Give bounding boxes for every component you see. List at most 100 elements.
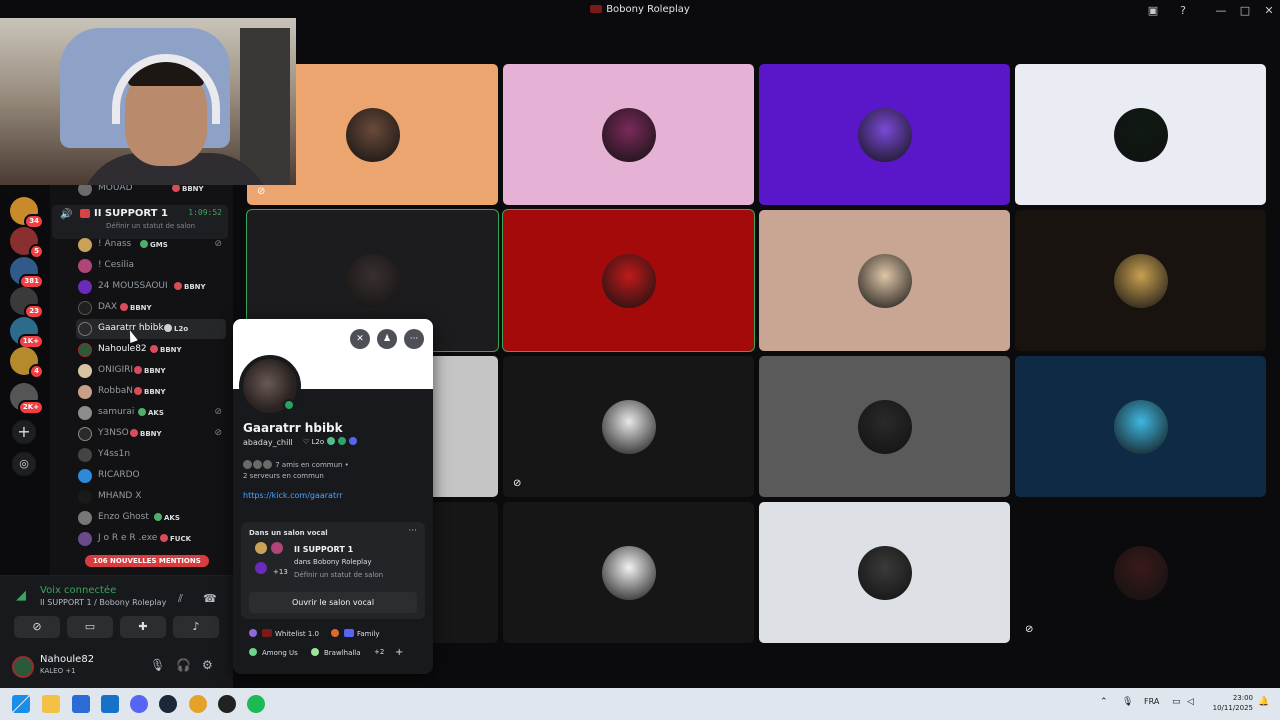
file-explorer-icon[interactable] (42, 695, 60, 713)
server-icon[interactable]: 1K+ (10, 317, 44, 349)
list-item[interactable]: Y3NSO BBNY ⊘ (76, 424, 226, 444)
show-hidden-icons-icon[interactable]: ⌃ (1100, 697, 1108, 707)
voice-channel-header[interactable]: 🔊 II SUPPORT 1 1:09:52 Définir un statut… (52, 205, 228, 239)
list-item[interactable]: 24 MOUSSAOUI BBNY (76, 277, 226, 297)
add-role-icon[interactable]: + (395, 647, 403, 658)
badge-icon[interactable] (327, 437, 336, 445)
input-language[interactable]: FRA (1144, 697, 1159, 706)
profile-username[interactable]: abaday_chill (243, 438, 293, 447)
avatar (601, 107, 656, 162)
video-tile[interactable] (503, 502, 754, 643)
video-tile[interactable] (759, 210, 1010, 351)
badge-icon[interactable] (338, 437, 347, 445)
more-icon[interactable]: ··· (408, 526, 417, 536)
discover-icon[interactable]: ◎ (12, 452, 36, 476)
server-icon[interactable]: 34 (10, 197, 44, 229)
minimize-icon[interactable]: — (1213, 3, 1229, 19)
more-options-button[interactable]: ··· (404, 329, 424, 349)
server-icon[interactable]: 4 (10, 347, 44, 379)
list-item[interactable]: Nahoule82 BBNY (76, 340, 226, 360)
more-roles[interactable]: +2 (374, 648, 384, 656)
role-chip[interactable]: Whitelist 1.0 (249, 629, 319, 638)
list-item[interactable]: MOUAD BBNY (76, 185, 226, 199)
voice-server-name: dans Bobony Roleplay (294, 558, 372, 566)
voice-channel-path[interactable]: II SUPPORT 1 / Bobony Roleplay (40, 598, 166, 607)
video-tile[interactable] (502, 209, 755, 352)
video-tile[interactable] (503, 64, 754, 205)
list-item[interactable]: Enzo Ghost AKS (76, 508, 226, 528)
guild-tag[interactable]: L2o (312, 438, 325, 446)
settings-gear-icon[interactable]: ⚙ (202, 658, 213, 672)
avatar (78, 385, 92, 399)
video-tile[interactable]: ⊘ (503, 356, 754, 497)
list-item[interactable]: samurai AKS ⊘ (76, 403, 226, 423)
list-item[interactable]: ONIGIRI BBNY (76, 361, 226, 381)
disconnect-icon[interactable]: ☎ (203, 592, 217, 605)
headphones-icon[interactable]: 🎧 (176, 658, 191, 672)
server-icon[interactable]: 23 (10, 287, 44, 319)
discord-icon[interactable] (130, 695, 148, 713)
list-item[interactable]: MHAND X (76, 487, 226, 507)
soundboard-button[interactable]: ♪ (173, 616, 219, 638)
list-item[interactable]: RobbaN BBNY (76, 382, 226, 402)
spotify-icon[interactable] (247, 695, 265, 713)
steam-icon[interactable] (159, 695, 177, 713)
channel-status-hint[interactable]: Définir un statut de salon (106, 222, 195, 230)
video-tile[interactable] (1015, 356, 1266, 497)
add-server-icon[interactable]: + (12, 420, 36, 444)
nitro-badge-icon[interactable] (349, 437, 358, 445)
avatar[interactable] (12, 656, 34, 678)
start-icon[interactable] (12, 695, 30, 713)
server-icon[interactable]: 381 (10, 257, 44, 289)
profile-link[interactable]: https://kick.com/gaaratrr (243, 491, 343, 500)
close-icon[interactable]: ✕ (1261, 3, 1277, 19)
mutual-servers[interactable]: 2 serveurs en commun (243, 472, 324, 480)
open-voice-channel-button[interactable]: Ouvrir le salon vocal (249, 592, 417, 613)
volume-icon[interactable]: ◁ (1187, 697, 1194, 707)
help-icon[interactable]: ? (1175, 3, 1191, 19)
server-folder-icon[interactable]: 2K+ (10, 383, 44, 415)
screen-share-button[interactable]: ▭ (67, 616, 113, 638)
signal-icon[interactable]: ◢ (16, 588, 26, 603)
chrome-icon[interactable] (189, 695, 207, 713)
list-item[interactable]: Gaaratrr hbibk L2o (76, 319, 226, 339)
maximize-icon[interactable]: □ (1237, 3, 1253, 19)
video-tile[interactable] (1015, 64, 1266, 205)
inbox-icon[interactable]: ▣ (1145, 3, 1161, 19)
user-panel: Nahoule82 KALEO +1 🎙 🎧 ⚙ (0, 646, 233, 688)
list-item[interactable]: Y4ss1n (76, 445, 226, 465)
role-chip[interactable]: Brawlhalla (311, 648, 361, 657)
role-chip[interactable]: Among Us (249, 648, 298, 657)
app-icon[interactable] (218, 695, 236, 713)
member-name: MOUAD (98, 185, 133, 193)
video-tile[interactable] (759, 64, 1010, 205)
outlook-icon[interactable] (101, 695, 119, 713)
list-item[interactable]: J o R e R .exe FUCK (76, 529, 226, 549)
server-icon[interactable]: 5 (10, 227, 44, 259)
notifications-icon[interactable]: 🔔 (1258, 697, 1269, 707)
voice-activity-card: Dans un salon vocal ··· +13 II SUPPORT 1… (241, 522, 425, 619)
store-icon[interactable] (72, 695, 90, 713)
microphone-icon[interactable]: 🎙 (1122, 697, 1133, 707)
role-chip[interactable]: Family (331, 629, 380, 638)
mutual-friends[interactable]: 7 amis en commun • (243, 460, 349, 469)
avatar (78, 448, 92, 462)
mute-user-button[interactable]: ✕ (350, 329, 370, 349)
list-item[interactable]: DAX BBNY (76, 298, 226, 318)
avatar (1113, 253, 1168, 308)
microphone-icon[interactable]: 🎙 (150, 658, 165, 672)
video-tile[interactable] (759, 502, 1010, 643)
list-item[interactable]: ! Cesilia (76, 256, 226, 276)
new-mentions-banner[interactable]: 106 NOUVELLES MENTIONS (85, 555, 209, 567)
video-tile[interactable] (759, 356, 1010, 497)
activities-button[interactable]: ✚ (120, 616, 166, 638)
system-clock[interactable]: 23:00 10/11/2025 (1205, 693, 1253, 713)
list-item[interactable]: ! Anass GMS ⊘ (76, 235, 226, 255)
video-tile[interactable] (1015, 210, 1266, 351)
camera-off-button[interactable]: ⊘ (14, 616, 60, 638)
video-tile[interactable]: ⊘ (1015, 502, 1266, 643)
list-item[interactable]: RICARDO (76, 466, 226, 486)
noise-suppression-icon[interactable]: ⫽ (178, 592, 183, 606)
network-icon[interactable]: ▭ (1172, 697, 1181, 707)
add-friend-button[interactable]: ♟ (377, 329, 397, 349)
